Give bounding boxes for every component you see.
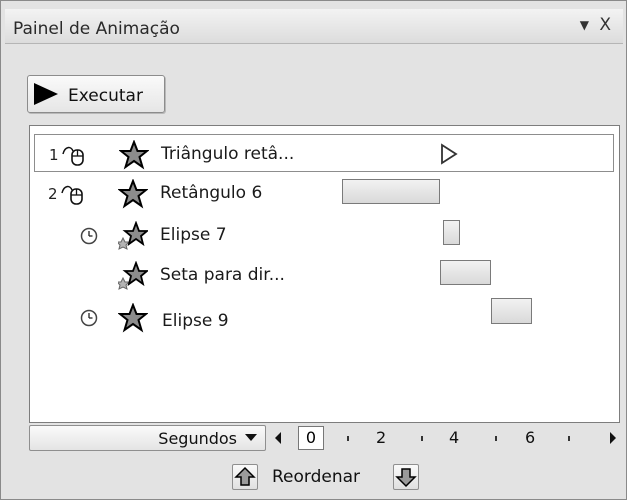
timeline-tick-mark [568,436,570,441]
pane-title: Painel de Animação [13,19,180,39]
timeline-tick-mark [347,436,349,441]
reorder-label: Reordenar [272,467,361,487]
animation-item[interactable]: Seta para dir... [34,256,614,294]
animation-item-label: Elipse 7 [160,225,227,245]
pane-titlebar: Painel de Animação ▼ X [5,9,623,44]
animation-order-number: 2 [48,185,58,203]
animation-order-number: 1 [49,146,59,164]
animation-list: 1 Triângulo retâ... 2 Retângulo 6 Elipse… [29,125,620,423]
timeline-tick-label: 6 [525,428,536,447]
move-up-button[interactable] [232,464,258,490]
timing-bar[interactable] [440,260,491,285]
mouse-click-icon [61,185,83,205]
scroll-left-icon[interactable] [275,432,281,444]
timeline-tick-mark [495,436,497,441]
animation-item[interactable]: 2 Retângulo 6 [34,174,614,212]
arrow-down-icon [395,468,417,488]
timeline-controls: Segundos 0 2 4 6 [29,425,620,453]
arrow-up-icon [234,466,256,486]
animation-item[interactable]: 1 Triângulo retâ... [34,134,614,172]
reorder-bar: Reordenar [1,457,627,497]
scroll-right-icon[interactable] [610,432,616,444]
timeline-tick-mark [421,436,423,441]
timing-bar[interactable] [443,220,460,245]
animation-item-label: Triângulo retâ... [161,144,295,164]
animation-item[interactable]: Elipse 9 [34,298,614,336]
dropdown-arrow-icon[interactable]: ▼ [580,18,589,32]
timeline-ruler[interactable]: 0 2 4 6 [269,425,620,451]
time-unit-dropdown[interactable]: Segundos [29,425,266,451]
time-unit-label: Segundos [158,429,237,448]
animation-item-label: Retângulo 6 [160,183,263,203]
animation-item-label: Seta para dir... [160,265,285,285]
start-marker-icon [441,143,458,165]
star-effect-icon [118,303,148,333]
run-button-label: Executar [68,86,143,106]
star-effect-icon [119,140,149,170]
motion-star-icon [118,261,148,290]
mouse-click-icon [62,146,84,166]
motion-star-icon [118,221,148,250]
animation-item[interactable]: Elipse 7 [34,216,614,254]
run-button[interactable]: Executar [27,75,165,113]
timeline-tick-label: 4 [449,428,460,447]
close-icon[interactable]: X [599,15,611,35]
timeline-tick-label: 0 [298,426,324,450]
star-effect-icon [118,179,148,209]
clock-icon [80,309,98,327]
play-icon [34,83,58,105]
timeline-tick-label: 2 [376,428,387,447]
timing-bar[interactable] [491,298,532,324]
chevron-down-icon [245,434,257,441]
clock-icon [80,227,98,245]
move-down-button[interactable] [393,464,419,490]
animation-pane: Painel de Animação ▼ X Executar 1 Triâng… [0,0,627,500]
animation-item-label: Elipse 9 [162,311,229,331]
timing-bar[interactable] [342,179,440,204]
